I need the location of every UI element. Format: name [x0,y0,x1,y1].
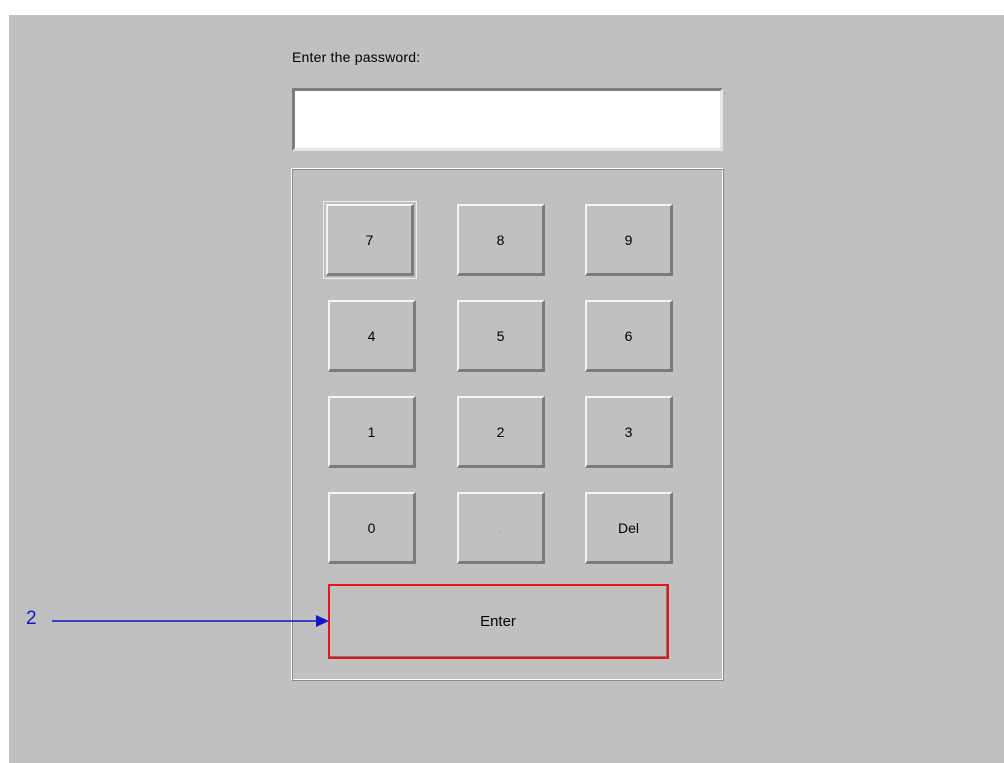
password-prompt-label: Enter the password: [292,49,421,65]
key-delete[interactable]: Del [585,492,673,564]
key-7[interactable]: 7 [323,201,417,279]
key-9[interactable]: 9 [585,204,673,276]
key-0[interactable]: 0 [328,492,416,564]
callout-arrow-icon [52,615,329,627]
key-5[interactable]: 5 [457,300,545,372]
key-8[interactable]: 8 [457,204,545,276]
key-1[interactable]: 1 [328,396,416,468]
password-field[interactable] [292,88,723,151]
key-4[interactable]: 4 [328,300,416,372]
key-6[interactable]: 6 [585,300,673,372]
enter-button[interactable]: Enter [328,584,669,659]
key-2[interactable]: 2 [457,396,545,468]
key-3[interactable]: 3 [585,396,673,468]
key-decimal-point[interactable]: . [457,492,545,564]
callout-number: 2 [26,608,37,629]
